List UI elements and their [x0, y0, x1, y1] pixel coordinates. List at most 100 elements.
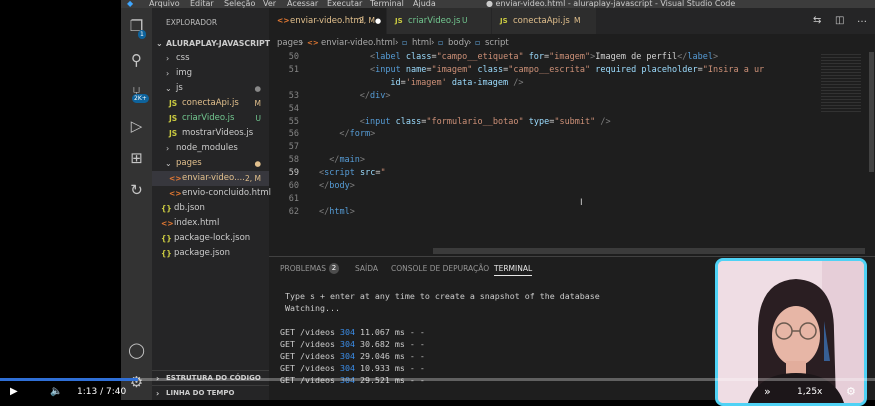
code-line: <script src="	[319, 168, 386, 178]
tree-file-package-lock[interactable]: {} package-lock.json	[152, 231, 269, 246]
split-editor-icon[interactable]: ◫	[835, 15, 844, 26]
chevron-right-icon: ›	[431, 38, 435, 48]
editor-tabs: <> enviar-video.html 2, M ● JS criarVide…	[269, 8, 875, 34]
video-progress-bar[interactable]	[0, 378, 875, 381]
menu-arquivo[interactable]: Arquivo	[149, 0, 180, 8]
code-line: </html>	[319, 207, 355, 217]
line-number: 62	[288, 206, 299, 217]
tab-conectaapi[interactable]: JS conectaApi.js M	[492, 8, 596, 34]
timeline-section[interactable]: › LINHA DO TEMPO	[152, 385, 269, 400]
volume-icon[interactable]: 🔈	[50, 386, 62, 397]
menu-ajuda[interactable]: Ajuda	[413, 0, 436, 8]
tab-output[interactable]: SAÍDA	[355, 263, 378, 275]
tree-folder-pages[interactable]: ⌄ pages ●	[152, 156, 269, 171]
code-line: </main>	[329, 155, 365, 165]
tree-label: envio-concluido.html	[182, 188, 271, 198]
request-text: GET /videos	[280, 327, 340, 337]
breadcrumb: pages › <> enviar-video.html › ▫ html › …	[269, 34, 875, 52]
tab-debug-console[interactable]: CONSOLE DE DEPURAÇÃO	[391, 263, 489, 275]
html-file-icon: <>	[161, 219, 174, 228]
status-code: 304	[339, 327, 355, 337]
code-token: class	[405, 52, 432, 62]
js-file-icon: JS	[500, 17, 508, 25]
code-token: input	[364, 116, 391, 127]
minimap[interactable]	[815, 52, 875, 252]
run-debug-icon[interactable]: ▷	[128, 118, 145, 135]
tree-file-package-json[interactable]: {} package.json	[152, 246, 269, 261]
code-token: Imagem de perfil	[595, 52, 678, 62]
menu-acessar[interactable]: Acessar	[287, 0, 318, 8]
extensions-icon[interactable]: ⊞	[128, 150, 145, 167]
tree-folder-node-modules[interactable]: › node_modules	[152, 141, 269, 156]
code-line: id='imagem' data-imagem />	[390, 78, 523, 88]
tree-label: img	[176, 68, 193, 78]
breadcrumb-item[interactable]: body	[448, 34, 469, 52]
response-time: 11.067 ms - -	[354, 327, 425, 337]
code-line: </body>	[319, 181, 355, 191]
compare-changes-icon[interactable]: ⇆	[813, 15, 821, 26]
play-icon[interactable]: ▶	[10, 386, 18, 397]
tree-folder-img[interactable]: › img	[152, 66, 269, 81]
more-actions-icon[interactable]: …	[857, 14, 867, 25]
menu-editar[interactable]: Editar	[190, 0, 214, 8]
code-token: label	[687, 52, 713, 62]
chevron-down-icon: ⌄	[165, 159, 172, 168]
tree-file-envio-concluido[interactable]: <> envio-concluido.html	[152, 186, 271, 201]
tree-file-conectaapi[interactable]: JS conectaApi.js M	[152, 96, 269, 111]
remote-explorer-icon[interactable]: ↻	[128, 182, 145, 199]
tree-folder-js[interactable]: ⌄ js ●	[152, 81, 269, 96]
breadcrumb-item[interactable]: pages	[277, 34, 303, 52]
account-icon[interactable]: ◯	[128, 342, 145, 359]
tab-problems[interactable]: PROBLEMAS	[280, 263, 326, 275]
settings-gear-icon[interactable]: ⚙	[846, 385, 856, 398]
title-bar: ◆ Arquivo Editar Seleção Ver Acessar Exe…	[121, 0, 875, 8]
request-text: GET /videos	[280, 339, 340, 349]
json-file-icon: {}	[161, 249, 172, 258]
line-number: 55	[288, 116, 299, 127]
code-token: input	[375, 64, 401, 75]
tree-file-enviar-video[interactable]: <> enviar-video.... 2, M	[152, 171, 269, 186]
search-icon[interactable]: ⚲	[128, 52, 145, 69]
project-root[interactable]: ⌄ ALURAPLAY-JAVASCRIPT	[152, 36, 271, 51]
project-name: ALURAPLAY-JAVASCRIPT	[166, 39, 271, 48]
tree-label: enviar-video....	[182, 173, 245, 183]
menu-selecao[interactable]: Seleção	[224, 0, 255, 8]
vertical-scrollbar[interactable]	[869, 52, 874, 172]
tree-file-index-html[interactable]: <> index.html	[152, 216, 269, 231]
git-status: U	[255, 114, 262, 123]
breadcrumb-item[interactable]: script	[485, 34, 509, 52]
unsaved-dot-icon[interactable]: ●	[375, 8, 381, 34]
chevron-right-icon: ›	[166, 144, 170, 153]
tab-label: conectaApi.js	[513, 16, 570, 26]
tab-status: M	[574, 16, 581, 25]
code-editor[interactable]: 50 <label class="campo__etiqueta" for="im…	[269, 52, 815, 252]
tree-folder-css[interactable]: › css	[152, 51, 269, 66]
menu-ver[interactable]: Ver	[263, 0, 276, 8]
skip-forward-icon[interactable]: »	[764, 385, 771, 398]
element-icon: ▫	[438, 38, 444, 47]
code-token: type	[528, 116, 550, 127]
breadcrumb-item[interactable]: enviar-video.html	[321, 34, 395, 52]
tree-file-criarvideo[interactable]: JS criarVideo.js U	[152, 111, 269, 126]
line-number: 53	[288, 90, 299, 101]
breadcrumb-item[interactable]: html	[412, 34, 431, 52]
tree-label: db.json	[174, 203, 205, 213]
menu-terminal[interactable]: Terminal	[370, 0, 404, 8]
code-token: form	[349, 129, 371, 140]
tree-file-mostrarvideos[interactable]: JS mostrarVideos.js	[152, 126, 269, 141]
tree-label: node_modules	[176, 143, 238, 153]
tree-file-db-json[interactable]: {} db.json	[152, 201, 269, 216]
playback-speed[interactable]: 1,25x	[797, 387, 822, 397]
explorer-sidebar: EXPLORADOR … ⌄ ALURAPLAY-JAVASCRIPT › cs…	[152, 8, 277, 400]
tab-enviar-video[interactable]: <> enviar-video.html 2, M ●	[269, 8, 386, 34]
timeline-label: LINHA DO TEMPO	[166, 389, 235, 397]
settings-gear-icon[interactable]: ⚙	[128, 374, 145, 391]
tab-terminal[interactable]: TERMINAL	[494, 263, 533, 276]
horizontal-scrollbar[interactable]	[433, 248, 865, 254]
code-token: </	[329, 155, 340, 166]
menu-executar[interactable]: Executar	[327, 0, 362, 8]
tab-criarvideo[interactable]: JS criarVideo.js U	[387, 8, 491, 34]
terminal-line: GET /videos 304 30.682 ms - -	[280, 339, 425, 349]
element-icon: ▫	[475, 38, 481, 47]
code-token: "formulario__botao"	[426, 116, 524, 127]
